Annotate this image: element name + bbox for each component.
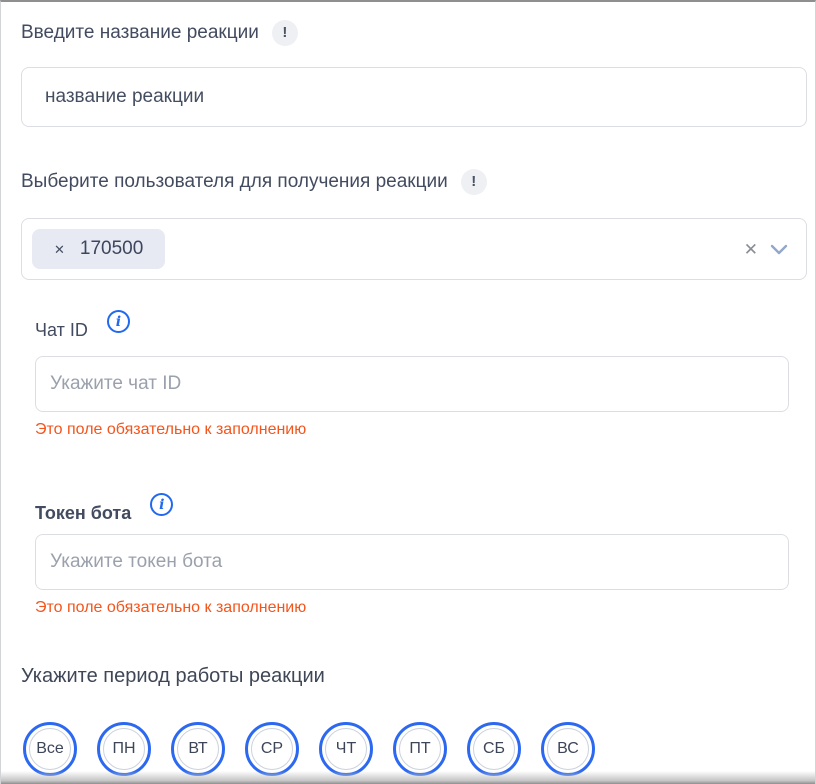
chat-id-label: Чат ID <box>35 318 88 342</box>
chat-id-error: Это поле обязательно к заполнению <box>35 420 815 440</box>
days-of-week-row: Все ПН ВТ СР ЧТ ПТ СБ ВС <box>23 722 815 776</box>
day-button-label: ПН <box>103 728 145 770</box>
tag-label: 170500 <box>80 238 143 260</box>
bot-token-input[interactable] <box>35 534 789 590</box>
user-select-label: Выберите пользователя для получения реак… <box>21 169 448 195</box>
selected-user-tag: ✕ 170500 <box>32 229 165 269</box>
day-button-sat[interactable]: СБ <box>467 722 521 776</box>
day-button-wed[interactable]: СР <box>245 722 299 776</box>
bot-token-label-row: Токен бота i <box>35 501 815 525</box>
required-warning-icon: ! <box>461 169 487 195</box>
day-button-mon[interactable]: ПН <box>97 722 151 776</box>
day-button-label: СБ <box>473 728 515 770</box>
period-heading: Укажите период работы реакции <box>21 664 795 688</box>
chat-id-label-row: Чат ID i <box>35 318 815 342</box>
day-button-label: СР <box>251 728 293 770</box>
day-button-label: ПТ <box>399 728 441 770</box>
reaction-name-input[interactable] <box>21 67 807 127</box>
required-warning-icon: ! <box>272 20 298 46</box>
day-button-tue[interactable]: ВТ <box>171 722 225 776</box>
day-button-label: ЧТ <box>325 728 367 770</box>
info-icon[interactable]: i <box>107 310 130 333</box>
info-icon[interactable]: i <box>150 493 173 516</box>
day-button-label: ВТ <box>177 728 219 770</box>
day-button-label: ВС <box>547 728 589 770</box>
tag-remove-icon[interactable]: ✕ <box>54 243 65 256</box>
reaction-name-label-row: Введите название реакции ! <box>21 20 795 46</box>
user-multiselect[interactable]: ✕ 170500 ✕ <box>21 218 807 280</box>
reaction-name-label: Введите название реакции <box>21 20 259 46</box>
clear-selection-icon[interactable]: ✕ <box>744 241 758 258</box>
bot-token-error: Это поле обязательно к заполнению <box>35 598 815 618</box>
day-button-label: Все <box>29 728 71 770</box>
day-button-fri[interactable]: ПТ <box>393 722 447 776</box>
user-select-label-row: Выберите пользователя для получения реак… <box>21 169 795 195</box>
reaction-form-panel: Введите название реакции ! Выберите поль… <box>0 0 816 784</box>
day-button-sun[interactable]: ВС <box>541 722 595 776</box>
day-button-all[interactable]: Все <box>23 722 77 776</box>
chat-id-input[interactable] <box>35 356 789 412</box>
chevron-down-icon[interactable] <box>770 244 788 255</box>
day-button-thu[interactable]: ЧТ <box>319 722 373 776</box>
bot-token-label: Токен бота <box>35 501 131 525</box>
